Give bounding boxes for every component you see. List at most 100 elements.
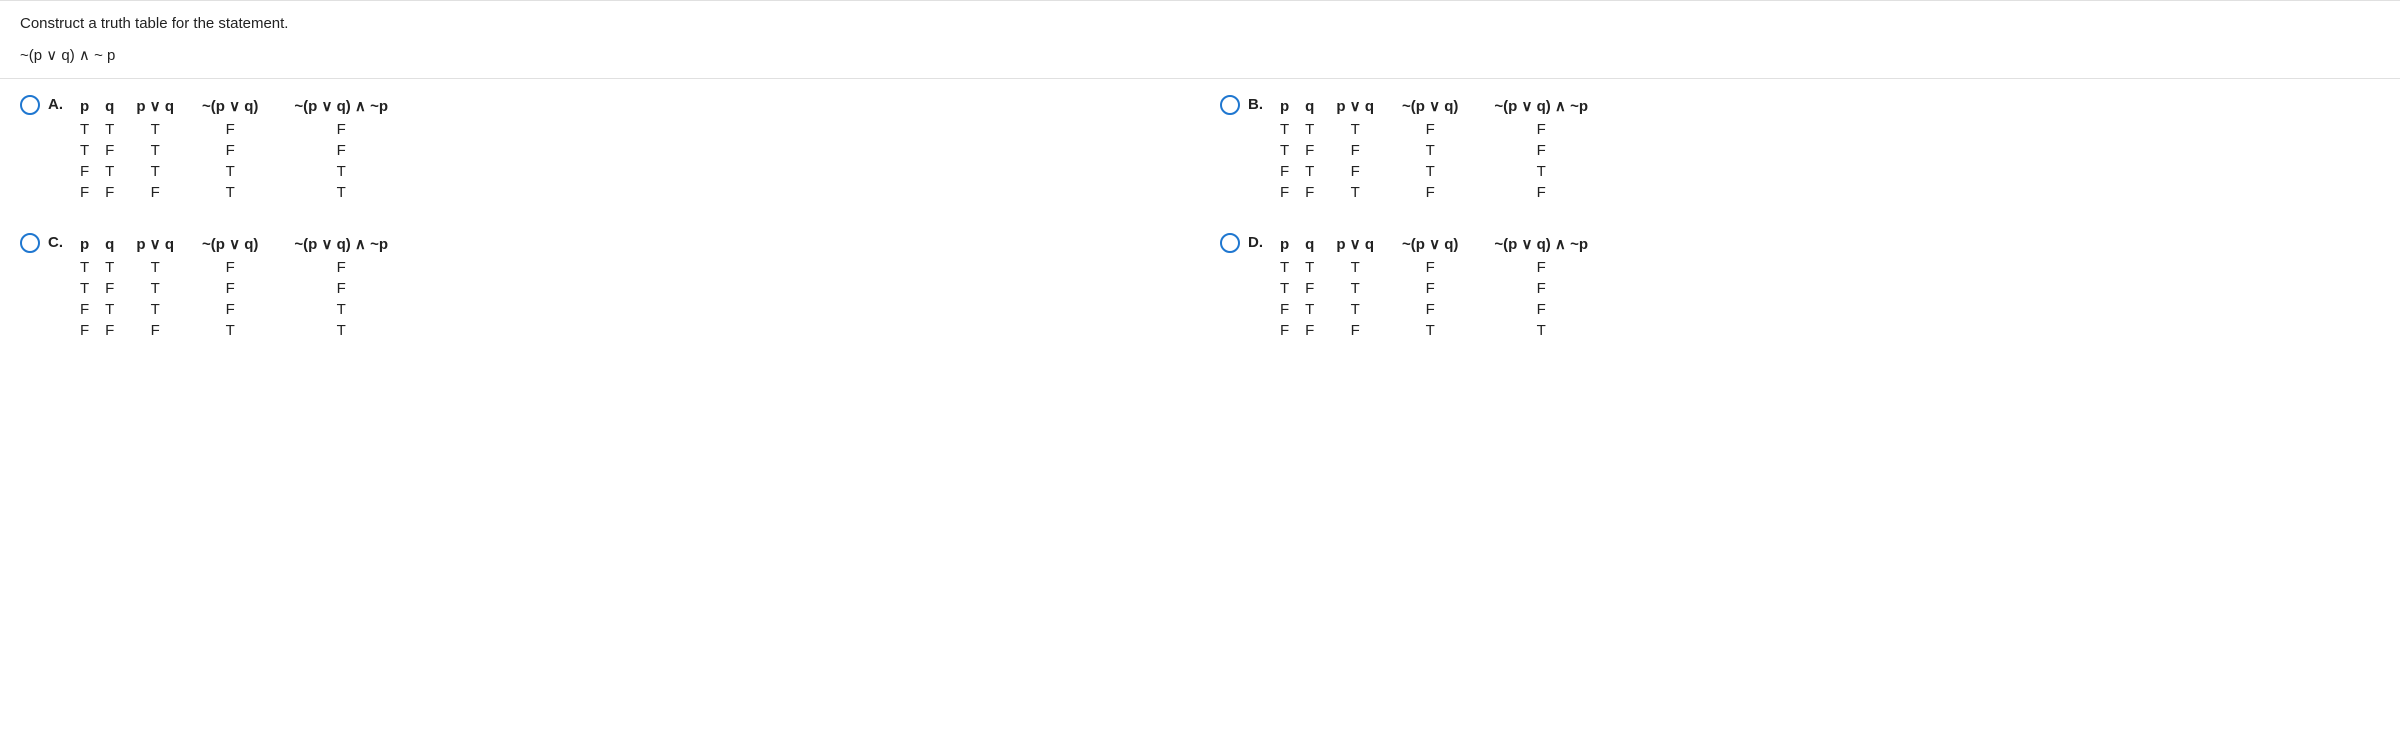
- cell: T: [1297, 161, 1322, 182]
- table-row: FTTFT: [72, 299, 410, 320]
- table-row: FTTTT: [72, 161, 410, 182]
- cell: F: [122, 182, 188, 203]
- cell: T: [272, 299, 410, 320]
- th-full: ~(p ∨ q) ∧ ~p: [272, 95, 410, 119]
- radio-c[interactable]: [20, 233, 40, 253]
- th-full: ~(p ∨ q) ∧ ~p: [1472, 95, 1610, 119]
- option-a[interactable]: A. p q p ∨ q ~(p ∨ q) ~(p ∨ q) ∧ ~p TTTF…: [20, 95, 1180, 203]
- cell: T: [1322, 299, 1388, 320]
- cell: T: [1322, 182, 1388, 203]
- cell: T: [1272, 278, 1297, 299]
- radio-d[interactable]: [1220, 233, 1240, 253]
- cell: T: [272, 161, 410, 182]
- table-row: TFFTF: [1272, 140, 1610, 161]
- th-p: p: [72, 233, 97, 257]
- cell: T: [97, 299, 122, 320]
- table-row: TFTFF: [72, 140, 410, 161]
- table-row: FTFTT: [1272, 161, 1610, 182]
- radio-a[interactable]: [20, 95, 40, 115]
- cell: F: [1472, 182, 1610, 203]
- cell: T: [1297, 257, 1322, 278]
- cell: F: [272, 140, 410, 161]
- cell: T: [72, 278, 97, 299]
- cell: T: [1322, 119, 1388, 140]
- cell: T: [1272, 140, 1297, 161]
- th-full: ~(p ∨ q) ∧ ~p: [272, 233, 410, 257]
- th-q: q: [97, 233, 122, 257]
- truth-table-c: p q p ∨ q ~(p ∨ q) ~(p ∨ q) ∧ ~p TTTFF T…: [72, 233, 410, 341]
- th-npvq: ~(p ∨ q): [1388, 95, 1472, 119]
- cell: F: [188, 257, 272, 278]
- cell: T: [1297, 299, 1322, 320]
- th-npvq: ~(p ∨ q): [1388, 233, 1472, 257]
- cell: T: [72, 140, 97, 161]
- cell: F: [72, 182, 97, 203]
- cell: T: [122, 257, 188, 278]
- cell: F: [188, 278, 272, 299]
- radio-b[interactable]: [1220, 95, 1240, 115]
- cell: F: [1272, 161, 1297, 182]
- cell: F: [188, 299, 272, 320]
- th-p: p: [1272, 233, 1297, 257]
- cell: F: [1472, 278, 1610, 299]
- th-q: q: [1297, 95, 1322, 119]
- cell: T: [1388, 320, 1472, 341]
- cell: T: [1322, 278, 1388, 299]
- table-row: TTTFF: [72, 257, 410, 278]
- cell: T: [1297, 119, 1322, 140]
- table-row: TTTFF: [72, 119, 410, 140]
- cell: T: [272, 320, 410, 341]
- question-prompt: Construct a truth table for the statemen…: [20, 15, 2380, 32]
- table-row: FTTFF: [1272, 299, 1610, 320]
- table-row: FFTFF: [1272, 182, 1610, 203]
- cell: F: [97, 278, 122, 299]
- th-p: p: [1272, 95, 1297, 119]
- cell: F: [1272, 182, 1297, 203]
- cell: T: [97, 257, 122, 278]
- th-full: ~(p ∨ q) ∧ ~p: [1472, 233, 1610, 257]
- cell: F: [272, 257, 410, 278]
- option-b[interactable]: B. p q p ∨ q ~(p ∨ q) ~(p ∨ q) ∧ ~p TTTF…: [1220, 95, 2380, 203]
- cell: F: [1388, 182, 1472, 203]
- cell: F: [1472, 299, 1610, 320]
- cell: F: [122, 320, 188, 341]
- cell: T: [72, 119, 97, 140]
- option-a-label: A.: [48, 95, 72, 113]
- cell: F: [1388, 278, 1472, 299]
- cell: T: [1322, 257, 1388, 278]
- cell: F: [1272, 299, 1297, 320]
- cell: F: [97, 140, 122, 161]
- th-pvq: p ∨ q: [1322, 233, 1388, 257]
- cell: F: [1388, 299, 1472, 320]
- cell: T: [1472, 161, 1610, 182]
- cell: F: [1297, 182, 1322, 203]
- option-d[interactable]: D. p q p ∨ q ~(p ∨ q) ~(p ∨ q) ∧ ~p TTTF…: [1220, 233, 2380, 341]
- cell: F: [72, 320, 97, 341]
- cell: F: [1472, 119, 1610, 140]
- truth-table-b: p q p ∨ q ~(p ∨ q) ~(p ∨ q) ∧ ~p TTTFF T…: [1272, 95, 1610, 203]
- table-row: TFTFF: [72, 278, 410, 299]
- cell: T: [1272, 257, 1297, 278]
- cell: F: [1322, 161, 1388, 182]
- cell: F: [1297, 140, 1322, 161]
- option-c[interactable]: C. p q p ∨ q ~(p ∨ q) ~(p ∨ q) ∧ ~p TTTF…: [20, 233, 1180, 341]
- cell: T: [188, 182, 272, 203]
- th-q: q: [97, 95, 122, 119]
- th-p: p: [72, 95, 97, 119]
- cell: F: [1472, 140, 1610, 161]
- truth-table-d: p q p ∨ q ~(p ∨ q) ~(p ∨ q) ∧ ~p TTTFF T…: [1272, 233, 1610, 341]
- cell: F: [72, 161, 97, 182]
- cell: F: [1297, 278, 1322, 299]
- table-row: TTTFF: [1272, 257, 1610, 278]
- cell: F: [1388, 119, 1472, 140]
- cell: T: [122, 161, 188, 182]
- th-q: q: [1297, 233, 1322, 257]
- cell: F: [1322, 320, 1388, 341]
- cell: T: [188, 161, 272, 182]
- th-pvq: p ∨ q: [122, 233, 188, 257]
- cell: T: [188, 320, 272, 341]
- cell: F: [1388, 257, 1472, 278]
- table-row: FFFTT: [1272, 320, 1610, 341]
- options-area: A. p q p ∨ q ~(p ∨ q) ~(p ∨ q) ∧ ~p TTTF…: [0, 79, 2400, 365]
- cell: T: [1472, 320, 1610, 341]
